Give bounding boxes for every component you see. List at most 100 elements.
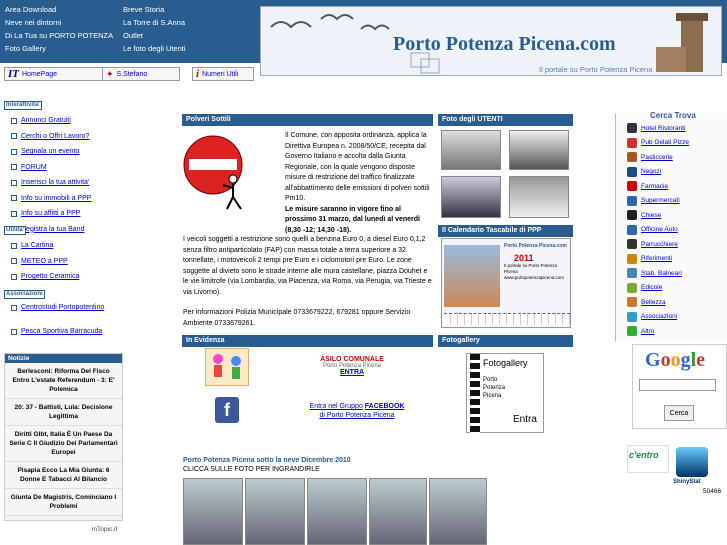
- cerca-item-label[interactable]: Altro: [641, 328, 654, 335]
- header-link[interactable]: Le foto degli Utenti: [123, 44, 186, 53]
- numeri-utili-link[interactable]: i Numeri Utili: [192, 67, 254, 81]
- sidebar-item-label[interactable]: METEO a PPP: [21, 257, 106, 266]
- cerca-item-label[interactable]: Pasticcerie: [641, 154, 673, 161]
- sidebar-item-label[interactable]: Annunci Gratuiti: [21, 116, 106, 125]
- cerca-item[interactable]: Supermercati: [627, 195, 680, 206]
- header-link[interactable]: Breve Storia: [123, 5, 164, 14]
- user-photo-1[interactable]: [441, 130, 501, 170]
- cerca-item[interactable]: Officine Auto: [627, 224, 678, 235]
- cerca-item[interactable]: Stab. Balneari: [627, 268, 682, 278]
- neve-photo-3[interactable]: [307, 478, 367, 545]
- sidebar-item-label[interactable]: Cerchi o Offri Lavoro?: [21, 132, 106, 141]
- sidebar-item-label[interactable]: Info su immobili a PPP: [21, 194, 106, 203]
- facebook-ppp-link[interactable]: di Porto Potenza Picena: [319, 412, 394, 419]
- news-item[interactable]: Giunta De Magistris, Cominciano I Proble…: [5, 489, 122, 516]
- facebook-group-link[interactable]: Entra nel Gruppo: [310, 403, 363, 410]
- neve-photo-5[interactable]: [429, 478, 487, 545]
- cerca-item[interactable]: Associazioni: [627, 311, 677, 322]
- google-search-input[interactable]: [639, 379, 716, 391]
- cerca-item-label[interactable]: Supermercati: [641, 197, 680, 204]
- user-photo-4[interactable]: [509, 176, 569, 218]
- cerca-item[interactable]: Pasticcerie: [627, 152, 673, 162]
- cerca-item[interactable]: Edicole: [627, 282, 662, 293]
- news-item[interactable]: Diritti Glbt, Italia È Un Paese Da Serie…: [5, 426, 122, 462]
- sidebar-item-label[interactable]: La Cartina: [21, 241, 106, 250]
- sidebar-item-label[interactable]: Info su affitti a PPP: [21, 209, 106, 218]
- cerca-item-label[interactable]: Farmacie: [641, 183, 668, 190]
- bullet-icon: [11, 210, 17, 217]
- cerca-item-label[interactable]: Parrucchiere: [641, 241, 678, 248]
- sidebar-item-label[interactable]: Progetto Ceramica: [21, 272, 106, 281]
- news-item[interactable]: 20: 37 - Battisti, Lula: Decisione Legit…: [5, 399, 122, 426]
- sidebar-item[interactable]: Inserisci la tua attivita': [11, 178, 111, 187]
- sidebar-item[interactable]: Info su immobili a PPP: [11, 194, 111, 203]
- cerca-item-label[interactable]: Stab. Balneari: [641, 270, 682, 277]
- cerca-item[interactable]: Hotel Ristoranti: [627, 123, 685, 133]
- cerca-item-label[interactable]: Bellezza: [641, 299, 666, 306]
- cerca-item[interactable]: Parrucchiere: [627, 239, 678, 249]
- sidebar-item-label[interactable]: Pesca Sportiva Barracuda: [21, 327, 106, 336]
- site-logo[interactable]: Porto Potenza Picena.com Il portale su P…: [260, 6, 722, 76]
- sidebar-item[interactable]: La Cartina: [11, 241, 111, 250]
- header-link[interactable]: Di La Tua su PORTO POTENZA: [5, 31, 113, 40]
- homepage-label[interactable]: HomePage: [22, 71, 57, 78]
- no-entry-sign-icon: [183, 135, 243, 210]
- cerca-item[interactable]: Altro: [627, 326, 654, 336]
- neve-photo-1[interactable]: [183, 478, 243, 545]
- cerca-item[interactable]: Negozi: [627, 166, 661, 177]
- cerca-item-label[interactable]: Associazioni: [641, 313, 677, 320]
- google-search-button[interactable]: Cerca: [664, 405, 694, 421]
- user-photo-2[interactable]: [509, 130, 569, 170]
- cerca-item[interactable]: Bellezza: [627, 297, 666, 307]
- sidebar-item[interactable]: Annunci Gratuiti: [11, 116, 111, 125]
- header-link[interactable]: Area Download: [5, 5, 56, 14]
- cerca-item-label[interactable]: Pub Gelati Pizze: [641, 139, 689, 146]
- header-link[interactable]: La Torre di S.Anna: [123, 18, 185, 27]
- sidebar-item-label[interactable]: FORUM: [21, 163, 106, 172]
- facebook-icon[interactable]: f: [215, 397, 239, 423]
- sidebar-item[interactable]: Centrostudi Portopotentino: [11, 303, 111, 312]
- cerca-item-label[interactable]: Negozi: [641, 168, 661, 175]
- fotogallery-entra-link[interactable]: Fotogallery Porto Potenza Picena Entra: [466, 353, 544, 434]
- cerca-item-label[interactable]: Edicole: [641, 284, 662, 291]
- sidebar-item[interactable]: Info su affitti a PPP: [11, 209, 111, 218]
- neve-photo-4[interactable]: [369, 478, 427, 545]
- santostefano-label[interactable]: S.Stefano: [117, 71, 148, 78]
- cerca-item[interactable]: Pub Gelati Pizze: [627, 137, 689, 148]
- sidebar-item[interactable]: FORUM: [11, 163, 111, 172]
- sidebar-item-label[interactable]: Inserisci la tua attivita': [21, 178, 106, 187]
- user-photo-3[interactable]: [441, 176, 501, 218]
- neve-photo-2[interactable]: [245, 478, 305, 545]
- cerca-item-label[interactable]: Hotel Ristoranti: [641, 125, 685, 132]
- news-item[interactable]: Berlesconi: Riforma Del Fisco Entro L'es…: [5, 363, 122, 399]
- cerca-item[interactable]: Chiese: [627, 210, 661, 220]
- weather-widget-icon[interactable]: [676, 447, 708, 477]
- centro-banner[interactable]: c'entro: [627, 445, 669, 473]
- news-item[interactable]: Pisapia Ecco La Mia Giunta: 6 Donne E Ta…: [5, 462, 122, 489]
- sidebar-item-label[interactable]: Centrostudi Portopotentino: [21, 303, 106, 312]
- header-link[interactable]: Outlet: [123, 31, 143, 40]
- header-link[interactable]: Neve nei dintorni: [5, 18, 61, 27]
- cerca-item-label[interactable]: Officine Auto: [641, 226, 678, 233]
- asilo-image[interactable]: [205, 348, 249, 386]
- notizie-header: Notizie: [5, 354, 122, 363]
- sidebar-item[interactable]: METEO a PPP: [11, 257, 111, 266]
- sidebar-item[interactable]: Pesca Sportiva Barracuda: [11, 327, 111, 336]
- sidebar-item-label[interactable]: Segnala un evento: [21, 147, 106, 156]
- cerca-item[interactable]: Farmacie: [627, 181, 668, 191]
- cerca-item-label[interactable]: Chiese: [641, 212, 661, 219]
- facebook-link[interactable]: FACEBOOK: [365, 403, 405, 410]
- numeri-utili-label[interactable]: Numeri Utili: [202, 71, 238, 78]
- intopic-link[interactable]: inTopic.it: [92, 526, 117, 533]
- calendario-image[interactable]: Porto Potenza Picena.com 2011 Il portale…: [441, 238, 571, 328]
- cerca-item-label[interactable]: Riferimenti: [641, 255, 672, 262]
- santostefano-link[interactable]: ✦ S.Stefano: [102, 67, 180, 81]
- sidebar-item[interactable]: Progetto Ceramica: [11, 272, 111, 281]
- shinystat-logo[interactable]: ShinyStat: [673, 479, 701, 485]
- cerca-item[interactable]: Riferimenti: [627, 253, 672, 264]
- sidebar-item[interactable]: Segnala un evento: [11, 147, 111, 156]
- sidebar-item[interactable]: Cerchi o Offri Lavoro?: [11, 132, 111, 141]
- asilo-entra-link[interactable]: ENTRA: [340, 369, 364, 376]
- header-link[interactable]: Foto Gallery: [5, 44, 46, 53]
- sidebar-item-label[interactable]: Registra la tua Band: [21, 225, 106, 234]
